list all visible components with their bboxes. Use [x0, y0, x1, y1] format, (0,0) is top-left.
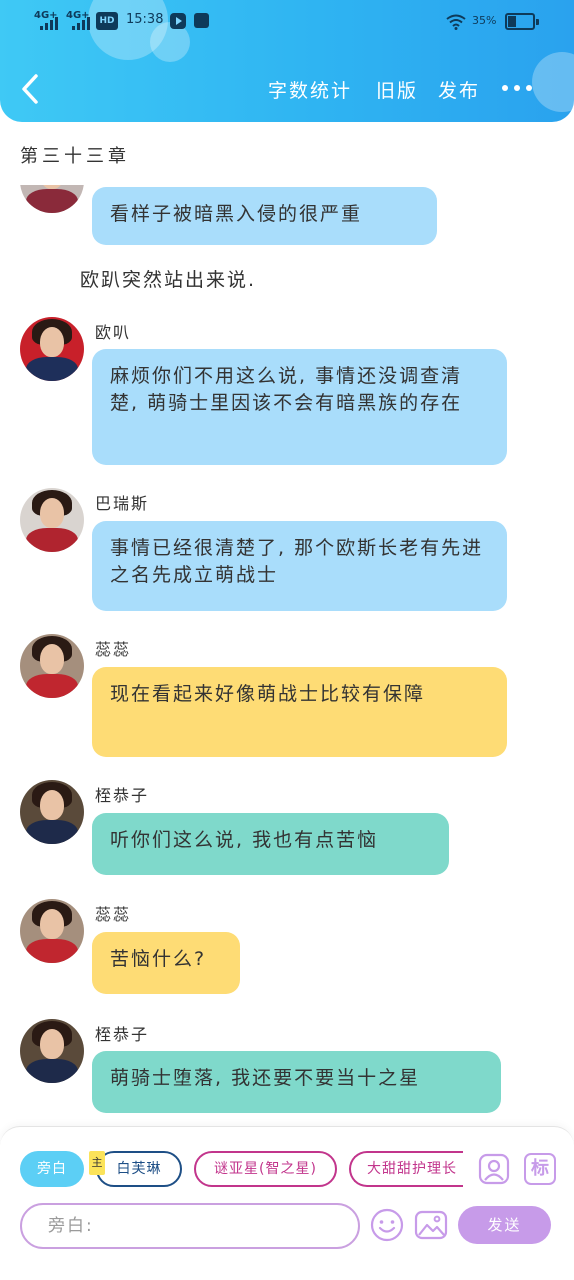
speaker-name: 巴瑞斯: [95, 494, 150, 513]
battery-icon: [505, 13, 539, 30]
avatar[interactable]: [20, 1019, 84, 1083]
message-bubble[interactable]: 现在看起来好像萌战士比较有保障: [92, 667, 507, 757]
message-bubble[interactable]: 看样子被暗黑入侵的很严重: [92, 187, 437, 245]
old-version-button[interactable]: 旧版: [376, 76, 418, 103]
send-button[interactable]: 发送: [458, 1206, 551, 1244]
message-bubble[interactable]: 苦恼什么?: [92, 932, 240, 994]
status-bar: 4G+ 4G+ HD 15:38 35%: [0, 0, 574, 44]
tag-icon[interactable]: 标: [524, 1153, 556, 1185]
avatar[interactable]: [20, 488, 84, 552]
avatar[interactable]: [20, 317, 84, 381]
message-bubble[interactable]: 事情已经很清楚了, 那个欧斯长老有先进之名先成立萌战士: [92, 521, 507, 611]
avatar[interactable]: [20, 634, 84, 698]
avatar[interactable]: [20, 780, 84, 844]
battery-percent: 35%: [472, 14, 497, 27]
app-header: 4G+ 4G+ HD 15:38 35% 字数统计 旧版 发布: [0, 0, 574, 122]
role-portrait-icon[interactable]: [478, 1153, 510, 1185]
word-count-button[interactable]: 字数统计: [268, 76, 352, 103]
speaker-name: 欧叭: [95, 323, 132, 342]
signal-icon: [40, 16, 58, 30]
speaker-name: 蕊蕊: [95, 905, 132, 924]
speaker-name: 桎恭子: [95, 1025, 150, 1044]
role-chip[interactable]: 白芙琳: [96, 1151, 182, 1187]
image-icon[interactable]: [413, 1207, 449, 1243]
notification-icon: [194, 13, 209, 28]
avatar[interactable]: [20, 185, 84, 213]
role-chip[interactable]: 大甜甜护理长: [349, 1151, 463, 1187]
role-chip-narration[interactable]: 旁白: [20, 1151, 84, 1187]
main-role-badge: 主: [89, 1151, 105, 1175]
composer-panel: 旁白 白芙琳 主 谜亚星(智之星) 大甜甜护理长 标 发送: [0, 1126, 574, 1280]
role-chip[interactable]: 谜亚星(智之星): [194, 1151, 337, 1187]
publish-button[interactable]: 发布: [438, 76, 480, 103]
emoji-icon[interactable]: [369, 1207, 405, 1243]
speaker-name: 桎恭子: [95, 786, 150, 805]
avatar[interactable]: [20, 899, 84, 963]
signal-icon: [72, 16, 90, 30]
clock: 15:38: [126, 12, 164, 27]
narration-text[interactable]: 欧趴突然站出来说.: [80, 265, 256, 292]
message-input[interactable]: [20, 1203, 360, 1249]
message-bubble[interactable]: 麻烦你们不用这么说, 事情还没调查清楚, 萌骑士里因该不会有暗黑族的存在: [92, 349, 507, 465]
more-dots-icon[interactable]: [502, 80, 538, 96]
message-bubble[interactable]: 听你们这么说, 我也有点苦恼: [92, 813, 449, 875]
media-play-icon: [170, 13, 186, 29]
decorative-bubble: [532, 52, 574, 112]
wifi-icon: [446, 14, 466, 30]
hd-icon: HD: [96, 12, 118, 30]
back-button[interactable]: [14, 72, 48, 106]
speaker-name: 蕊蕊: [95, 640, 132, 659]
chapter-title: 第三十三章: [20, 146, 130, 167]
message-bubble[interactable]: 萌骑士堕落, 我还要不要当十之星: [92, 1051, 501, 1113]
chat-area[interactable]: 看样子被暗黑入侵的很严重 欧趴突然站出来说. 欧叭 麻烦你们不用这么说, 事情还…: [0, 185, 574, 1125]
